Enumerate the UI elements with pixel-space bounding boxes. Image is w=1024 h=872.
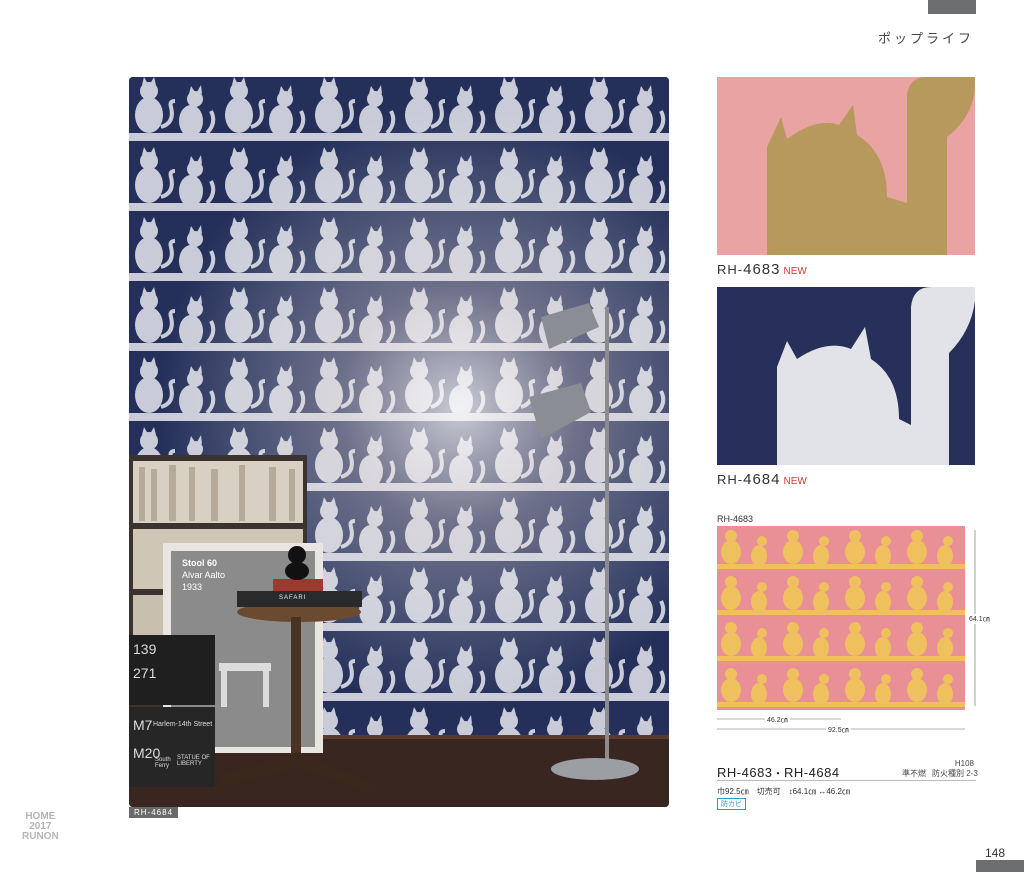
page-number: 148 [984,846,1005,860]
spec-codes: RH-4683・RH-4684 [717,765,840,781]
fire-class: 防火種別 2-3 [932,769,978,778]
spec-code-b: RH-4684 [784,765,840,780]
fire-label: 準不燃 [902,769,926,778]
logo-line-3: RUNON [22,831,59,842]
height-dimension: 64.1㎝ [967,614,992,624]
width-dimension: 92.5㎝ [826,725,851,735]
spec-divider [717,780,976,781]
mold-resistant-badge: 防カビ [717,798,746,810]
page-code: H108 [954,759,974,768]
half-width-dimension: 46.2㎝ [765,715,790,725]
spec-code-a: RH-4683 [717,765,773,780]
catalog-logo: HOME 2017 RUNON [22,812,59,842]
dimension-lines [717,530,976,730]
spec-separator: ・ [772,768,785,780]
bottom-accent-bar [976,860,1024,872]
spec-size: 巾92.5㎝ 切売可 ↕64.1㎝ ↔46.2㎝ [717,787,850,796]
